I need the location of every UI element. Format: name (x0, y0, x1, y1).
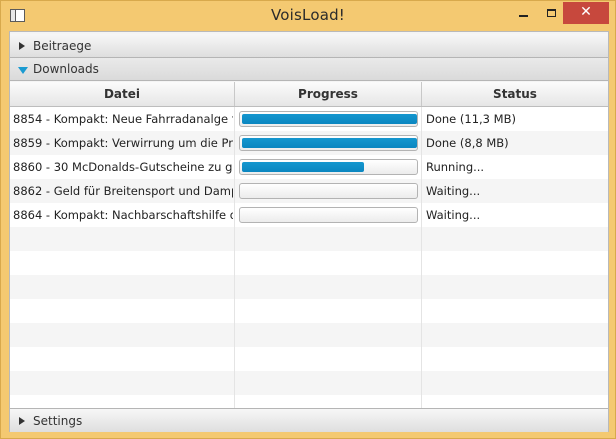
status-cell (422, 371, 608, 395)
pane-title-downloads: Downloads (33, 62, 99, 76)
status-cell (422, 275, 608, 299)
file-name: 8864 - Kompakt: Nachbarschaftshilfe di..… (13, 208, 233, 222)
empty-table-row (10, 323, 608, 347)
file-cell (10, 395, 235, 408)
title-bar[interactable]: VoisLoad! ✕ (1, 1, 615, 31)
pane-title-beitraege: Beitraege (33, 39, 92, 53)
progress-bar (239, 135, 418, 151)
progress-cell (235, 347, 422, 371)
file-cell: 8860 - 30 McDonalds-Gutscheine zu ge... (10, 155, 235, 179)
expand-arrow-icon (18, 34, 28, 58)
column-header-status[interactable]: Status (422, 82, 608, 106)
status-cell (422, 347, 608, 371)
pane-title-settings: Settings (33, 414, 83, 428)
progress-bar (239, 159, 418, 175)
status-text: Waiting... (426, 208, 481, 222)
progress-cell (235, 251, 422, 275)
progress-cell (235, 299, 422, 323)
table-row[interactable]: 8854 - Kompakt: Neue Fahrradanalge f... D… (10, 107, 608, 131)
progress-bar-fill (242, 138, 417, 148)
minimize-button[interactable] (509, 2, 537, 24)
minimize-icon (518, 14, 528, 17)
file-cell: 8864 - Kompakt: Nachbarschaftshilfe di..… (10, 203, 235, 227)
file-cell (10, 275, 235, 299)
status-cell: Done (11,3 MB) (422, 107, 608, 131)
file-cell (10, 347, 235, 371)
progress-bar-fill (242, 162, 364, 172)
status-cell (422, 251, 608, 275)
file-cell (10, 251, 235, 275)
progress-cell (235, 179, 422, 203)
status-cell (422, 299, 608, 323)
expand-arrow-icon (18, 409, 28, 433)
table-row[interactable]: 8860 - 30 McDonalds-Gutscheine zu ge... R… (10, 155, 608, 179)
file-cell (10, 323, 235, 347)
progress-cell (235, 395, 422, 408)
file-name: 8862 - Geld für Breitensport und Damp... (13, 184, 233, 198)
table-row[interactable]: 8864 - Kompakt: Nachbarschaftshilfe di..… (10, 203, 608, 227)
close-button[interactable]: ✕ (563, 2, 609, 24)
empty-table-row (10, 275, 608, 299)
table-header: Datei Progress Status (10, 82, 608, 107)
progress-cell (235, 323, 422, 347)
status-cell: Waiting... (422, 203, 608, 227)
status-text: Running... (426, 160, 485, 174)
accordion: Beitraege Downloads Datei Progress Statu… (9, 31, 609, 432)
progress-cell (235, 155, 422, 179)
file-name: 8860 - 30 McDonalds-Gutscheine zu ge... (13, 160, 233, 174)
file-cell (10, 227, 235, 251)
progress-cell (235, 203, 422, 227)
progress-bar (239, 111, 418, 127)
table-row[interactable]: 8859 - Kompakt: Verwirrung um die Pr... D… (10, 131, 608, 155)
status-cell: Waiting... (422, 179, 608, 203)
file-cell (10, 371, 235, 395)
status-text: Waiting... (426, 184, 481, 198)
pane-header-settings[interactable]: Settings (10, 408, 608, 432)
status-cell (422, 323, 608, 347)
status-text: Done (8,8 MB) (426, 136, 509, 150)
empty-table-row (10, 395, 608, 408)
progress-cell (235, 107, 422, 131)
status-cell (422, 395, 608, 408)
progress-cell (235, 131, 422, 155)
column-header-datei[interactable]: Datei (10, 82, 235, 106)
file-cell: 8862 - Geld für Breitensport und Damp... (10, 179, 235, 203)
collapse-arrow-icon (18, 58, 28, 82)
downloads-table[interactable]: Datei Progress Status 8854 - Kompakt: Ne… (10, 82, 608, 408)
table-row[interactable]: 8862 - Geld für Breitensport und Damp...… (10, 179, 608, 203)
empty-table-row (10, 251, 608, 275)
status-cell: Done (8,8 MB) (422, 131, 608, 155)
progress-bar (239, 183, 418, 199)
column-header-progress[interactable]: Progress (235, 82, 422, 106)
maximize-button[interactable] (537, 2, 565, 24)
progress-bar-fill (242, 114, 417, 124)
app-window: VoisLoad! ✕ Beitraege Downloads Datei Pr… (0, 0, 616, 439)
close-icon: ✕ (580, 4, 592, 20)
status-text: Done (11,3 MB) (426, 112, 516, 126)
file-cell: 8854 - Kompakt: Neue Fahrradanalge f... (10, 107, 235, 131)
empty-table-row (10, 371, 608, 395)
empty-table-row (10, 347, 608, 371)
file-name: 8854 - Kompakt: Neue Fahrradanalge f... (13, 112, 233, 126)
progress-cell (235, 371, 422, 395)
file-name: 8859 - Kompakt: Verwirrung um die Pr... (13, 136, 233, 150)
empty-table-row (10, 227, 608, 251)
status-cell (422, 227, 608, 251)
maximize-icon (546, 8, 556, 17)
pane-header-beitraege[interactable]: Beitraege (10, 34, 608, 58)
progress-cell (235, 227, 422, 251)
file-cell: 8859 - Kompakt: Verwirrung um die Pr... (10, 131, 235, 155)
empty-table-row (10, 299, 608, 323)
file-cell (10, 299, 235, 323)
progress-bar (239, 207, 418, 223)
status-cell: Running... (422, 155, 608, 179)
pane-header-downloads[interactable]: Downloads (10, 58, 608, 81)
progress-cell (235, 275, 422, 299)
